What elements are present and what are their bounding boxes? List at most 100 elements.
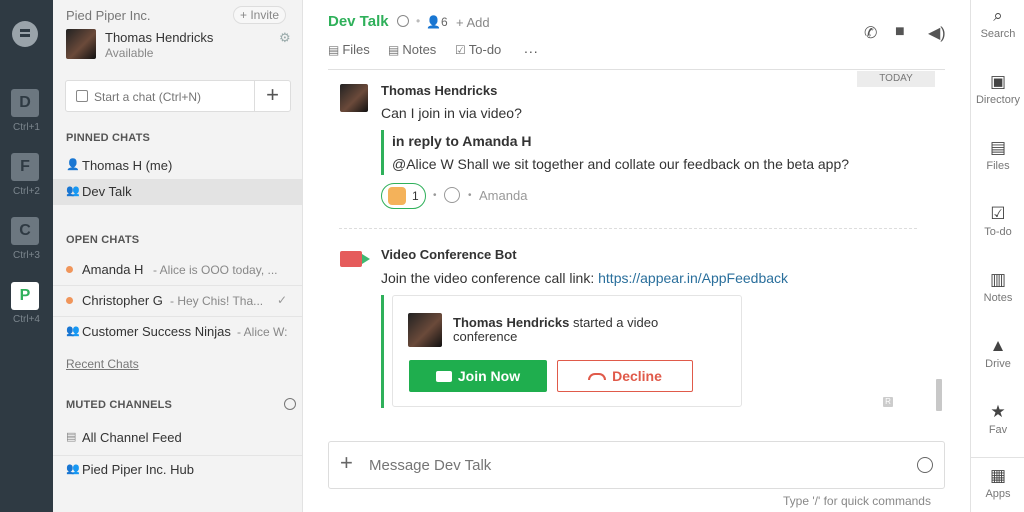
camera-icon xyxy=(435,371,452,382)
join-now-button[interactable]: Join Now xyxy=(409,360,547,392)
message-text: Join the video conference call link: htt… xyxy=(381,270,788,286)
reply-text: @Alice W Shall we sit together and colla… xyxy=(392,156,850,172)
read-receipt-badge: R xyxy=(883,397,893,407)
tab-label: To-do xyxy=(468,42,502,57)
group-icon: 👥 xyxy=(66,185,80,197)
right-rail: ⌕ Search ▣ Directory ▤ Files ☑ To-do ▥ N… xyxy=(970,0,1024,512)
reply-title: in reply to Amanda H xyxy=(392,133,532,149)
rail-files[interactable]: ▤ Files xyxy=(971,138,1024,172)
message-divider xyxy=(339,228,917,229)
sidebar-item-all-channel-feed[interactable]: ▤ All Channel Feed xyxy=(53,425,302,451)
rail-label: Apps xyxy=(985,488,1011,500)
speaker-icon[interactable]: ◀) xyxy=(928,23,946,43)
video-conference-card: Thomas Hendricks started a video confere… xyxy=(392,295,742,407)
group-icon: 👥 xyxy=(66,463,80,475)
workspace-shortcut: Ctrl+2 xyxy=(13,186,40,197)
add-reaction-icon[interactable] xyxy=(444,187,460,203)
sender-avatar[interactable] xyxy=(340,84,368,112)
scrollbar[interactable] xyxy=(936,379,942,411)
sidebar-item-customer-success[interactable]: 👥 Customer Success Ninjas - Alice W: xyxy=(53,319,302,345)
sender-name[interactable]: Thomas Hendricks xyxy=(381,83,497,98)
rail-notes[interactable]: ▥ Notes xyxy=(971,270,1024,304)
member-count-value: 6 xyxy=(440,15,448,29)
header-divider xyxy=(328,69,945,70)
member-count[interactable]: 👤6 xyxy=(426,15,448,29)
feed-icon: ▤ xyxy=(66,431,77,443)
chat-name: Pied Piper Inc. Hub xyxy=(82,462,195,477)
new-chat-plus-button[interactable]: + xyxy=(254,81,291,111)
add-member-button[interactable]: + Add xyxy=(456,15,490,30)
star-icon: ★ xyxy=(990,402,1006,421)
quote-bar xyxy=(381,130,384,175)
reacted-by: Amanda xyxy=(479,188,528,203)
separator-dot: • xyxy=(433,190,437,201)
rail-label: To-do xyxy=(984,226,1012,238)
gear-icon[interactable]: ⚙ xyxy=(279,30,291,46)
attach-plus-button[interactable]: + xyxy=(340,450,353,476)
start-chat-input[interactable] xyxy=(94,87,252,107)
message-text: Can I join in via video? xyxy=(381,105,522,121)
sidebar-item-dev-talk[interactable]: 👥 Dev Talk xyxy=(53,179,302,205)
compose-icon xyxy=(76,90,88,102)
more-options-button[interactable]: ... xyxy=(524,40,539,56)
sidebar-item-amanda[interactable]: Amanda H - Alice is OOO today, ... xyxy=(53,257,302,283)
rail-directory[interactable]: ▣ Directory xyxy=(971,72,1024,106)
button-label: Join Now xyxy=(457,368,521,384)
tab-notes[interactable]: ▤ Notes xyxy=(388,42,436,57)
muted-channels-title: MUTED CHANNELS xyxy=(66,399,173,411)
rail-fav[interactable]: ★ Fav xyxy=(971,402,1024,436)
message-input[interactable] xyxy=(369,454,889,476)
directory-icon: ▣ xyxy=(989,72,1007,91)
open-chats-title: OPEN CHATS xyxy=(66,234,140,246)
rail-label: Drive xyxy=(985,358,1011,370)
tab-files[interactable]: ▤ Files xyxy=(328,42,370,57)
sidebar-item-pied-piper-hub[interactable]: 👥 Pied Piper Inc. Hub xyxy=(53,457,302,483)
chat-name: Christopher G xyxy=(82,293,163,308)
thumbs-up-reaction[interactable]: 1 xyxy=(381,183,426,209)
video-bot-icon xyxy=(340,251,370,267)
user-avatar[interactable] xyxy=(66,29,96,59)
decline-button[interactable]: Decline xyxy=(557,360,693,392)
drive-icon: ▲ xyxy=(989,336,1007,355)
presence-dot xyxy=(66,266,73,273)
rail-label: Files xyxy=(986,160,1010,172)
quote-bar xyxy=(381,295,384,408)
workspace-p[interactable]: P xyxy=(11,282,39,310)
tab-label: Notes xyxy=(402,42,437,57)
phone-icon[interactable]: ✆ xyxy=(864,23,877,43)
recent-chats-link[interactable]: Recent Chats xyxy=(66,357,139,371)
workspace-f[interactable]: F xyxy=(11,153,39,181)
chat-sidebar: Pied Piper Inc. + Invite Thomas Hendrick… xyxy=(53,0,303,512)
rail-search[interactable]: ⌕ Search xyxy=(971,6,1024,40)
sender-name[interactable]: Video Conference Bot xyxy=(381,247,517,262)
rail-apps[interactable]: ▦ Apps xyxy=(971,466,1024,500)
rail-todo[interactable]: ☑ To-do xyxy=(971,204,1024,238)
rail-drive[interactable]: ▲ Drive xyxy=(971,336,1024,370)
chat-name: Customer Success Ninjas xyxy=(82,324,231,339)
files-icon: ▤ xyxy=(989,138,1007,157)
tab-todo[interactable]: ☑ To-do xyxy=(455,42,501,57)
divider xyxy=(53,316,302,317)
rail-label: Fav xyxy=(988,424,1008,436)
video-icon[interactable]: ■ xyxy=(895,23,905,41)
workspace-d[interactable]: D xyxy=(11,89,39,117)
files-icon: ▤ xyxy=(328,43,340,57)
globe-icon[interactable] xyxy=(284,398,296,410)
conference-link[interactable]: https://appear.in/AppFeedback xyxy=(598,270,788,286)
app-logo-icon[interactable] xyxy=(12,21,38,47)
user-status[interactable]: Available xyxy=(105,46,153,60)
chat-name: All Channel Feed xyxy=(82,430,182,445)
sidebar-item-thomas[interactable]: 👤 Thomas H (me) xyxy=(53,153,302,179)
emoji-icon[interactable] xyxy=(917,457,933,473)
date-divider: TODAY xyxy=(857,71,935,87)
channel-title[interactable]: Dev Talk xyxy=(328,13,389,30)
host-avatar xyxy=(408,313,442,347)
pinned-chats-title: PINNED CHATS xyxy=(66,132,151,144)
message-body: Join the video conference call link: xyxy=(381,270,595,286)
button-label: Decline xyxy=(612,368,662,384)
hangup-icon xyxy=(588,373,607,380)
sidebar-item-christopher[interactable]: Christopher G - Hey Chis! Tha... ✓ xyxy=(53,288,302,314)
reaction-count: 1 xyxy=(412,189,419,203)
invite-button[interactable]: + Invite xyxy=(233,6,287,24)
workspace-c[interactable]: C xyxy=(11,217,39,245)
